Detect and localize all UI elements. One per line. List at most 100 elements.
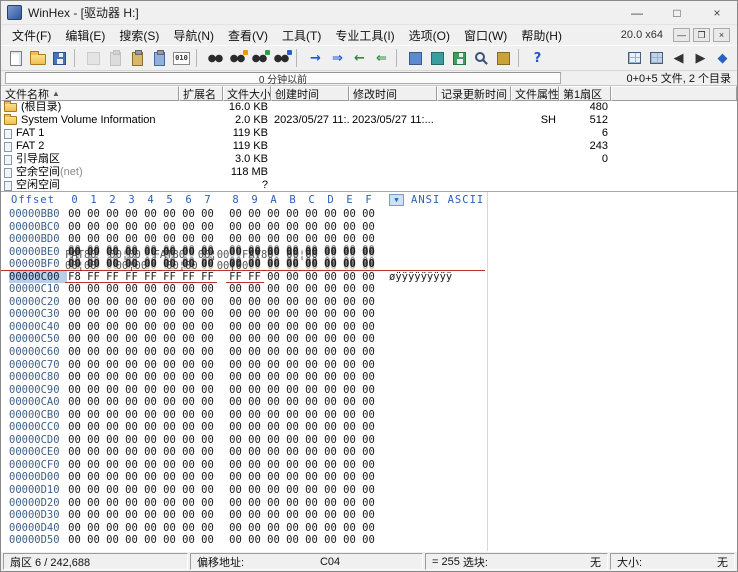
hex-byte[interactable]: 00 — [65, 446, 84, 458]
hex-byte[interactable]: 00 — [179, 434, 198, 446]
menu-item-9[interactable]: 帮助(H) — [514, 25, 569, 46]
hex-byte[interactable]: 00 — [65, 208, 84, 220]
hex-byte[interactable]: 00 — [84, 409, 103, 421]
menu-item-2[interactable]: 搜索(S) — [112, 25, 166, 46]
hex-byte[interactable]: 00 — [103, 346, 122, 358]
column-header-5[interactable]: 记录更新时间 — [437, 86, 511, 101]
hex-byte[interactable]: 00 — [141, 359, 160, 371]
hex-byte[interactable]: 00 — [226, 421, 245, 433]
hex-byte[interactable]: 00 — [340, 296, 359, 308]
hex-byte[interactable]: 00 — [160, 346, 179, 358]
hex-byte[interactable]: 00 — [283, 333, 302, 345]
hex-byte[interactable]: FF — [141, 271, 160, 283]
hex-byte[interactable]: 00 — [226, 534, 245, 546]
hex-byte[interactable]: 00 — [245, 421, 264, 433]
hex-byte[interactable]: 00 — [340, 308, 359, 320]
hex-byte[interactable]: 00 — [141, 346, 160, 358]
hex-byte[interactable]: 00 — [141, 459, 160, 471]
hex-byte[interactable]: 00 — [226, 497, 245, 509]
hex-byte[interactable]: 00 — [226, 446, 245, 458]
hex-byte[interactable]: 00 — [245, 346, 264, 358]
hex-byte[interactable]: 00 — [141, 333, 160, 345]
menu-item-7[interactable]: 选项(O) — [402, 25, 457, 46]
hex-byte[interactable]: 00 — [103, 522, 122, 534]
minimize-button[interactable]: — — [617, 1, 657, 24]
hex-byte[interactable]: 00 — [226, 333, 245, 345]
continue-search-icon[interactable] — [249, 48, 270, 69]
open-folder-icon[interactable] — [27, 48, 48, 69]
hex-row-00000C80[interactable]: 00000C80 00 00 00 00 00 00 00 00 00 00 00 00 00 00 00 00 — [1, 371, 485, 384]
hex-byte[interactable]: 00 — [160, 534, 179, 546]
hex-row-00000C20[interactable]: 00000C20 00 00 00 00 00 00 00 00 00 00 00 00 00 00 00 00 — [1, 296, 485, 309]
column-header-4[interactable]: 修改时间 — [349, 86, 437, 101]
hex-byte[interactable]: 00 — [122, 346, 141, 358]
hex-byte[interactable]: 00 — [321, 321, 340, 333]
hex-byte[interactable]: 00 — [65, 421, 84, 433]
hex-byte[interactable]: 00 — [283, 384, 302, 396]
hex-byte[interactable]: 00 — [226, 359, 245, 371]
hex-byte[interactable]: 00 — [160, 384, 179, 396]
hex-byte[interactable]: 00 — [141, 434, 160, 446]
hex-byte[interactable]: 00 — [179, 333, 198, 345]
hex-byte[interactable]: 00 — [122, 509, 141, 521]
hex-byte[interactable]: FF — [226, 271, 245, 283]
previous-window-icon[interactable]: ◀ — [668, 48, 689, 69]
hex-byte[interactable]: 00 — [179, 321, 198, 333]
view-magnifier-icon[interactable] — [471, 48, 492, 69]
hex-byte[interactable]: 00 — [283, 534, 302, 546]
hex-byte[interactable]: 00 — [198, 434, 217, 446]
hex-byte[interactable]: 00 — [245, 497, 264, 509]
hex-byte[interactable]: 00 — [65, 409, 84, 421]
hex-byte[interactable]: 00 — [283, 522, 302, 534]
hex-byte[interactable]: 00 — [198, 371, 217, 383]
hex-byte[interactable]: 00 — [264, 283, 283, 295]
hex-byte[interactable]: 00 — [84, 522, 103, 534]
hex-byte[interactable]: 00 — [283, 283, 302, 295]
hex-byte[interactable]: 00 — [359, 296, 378, 308]
hex-byte[interactable]: 00 — [302, 321, 321, 333]
hex-byte[interactable]: 00 — [122, 384, 141, 396]
hex-byte[interactable]: 00 — [283, 271, 302, 283]
hex-byte[interactable]: 00 — [65, 522, 84, 534]
menu-item-1[interactable]: 编辑(E) — [58, 25, 112, 46]
hex-byte[interactable]: 00 — [179, 484, 198, 496]
hex-byte[interactable]: 00 — [160, 409, 179, 421]
hex-byte[interactable]: 00 — [160, 333, 179, 345]
hex-byte[interactable]: 00 — [179, 208, 198, 220]
hex-byte[interactable]: 00 — [283, 446, 302, 458]
hex-byte[interactable]: 00 — [122, 484, 141, 496]
hex-byte[interactable]: 00 — [302, 434, 321, 446]
new-file-icon[interactable] — [5, 48, 26, 69]
hex-byte[interactable]: 00 — [245, 208, 264, 220]
hex-byte[interactable]: 00 — [264, 208, 283, 220]
column-header-6[interactable]: 文件属性 — [511, 86, 559, 101]
hex-byte[interactable]: 00 — [264, 421, 283, 433]
hex-byte[interactable]: 00 — [321, 396, 340, 408]
hex-ascii-text[interactable]: øÿÿÿÿÿÿÿÿÿ — [389, 271, 452, 284]
hex-row-00000CC0[interactable]: 00000CC0 00 00 00 00 00 00 00 00 00 00 00 00 00 00 00 00 — [1, 421, 485, 434]
hex-byte[interactable]: 00 — [340, 409, 359, 421]
hex-row-00000CA0[interactable]: 00000CA0 00 00 00 00 00 00 00 00 00 00 00 00 00 00 00 00 — [1, 396, 485, 409]
hex-byte[interactable]: 00 — [84, 534, 103, 546]
hex-byte[interactable]: 00 — [160, 208, 179, 220]
hex-byte[interactable]: 00 — [103, 233, 122, 245]
hex-byte[interactable]: 00 — [84, 346, 103, 358]
hex-byte[interactable]: 00 — [160, 446, 179, 458]
hex-row-00000C30[interactable]: 00000C30 00 00 00 00 00 00 00 00 00 00 00 00 00 00 00 00 — [1, 308, 485, 321]
hex-byte[interactable]: 00 — [226, 371, 245, 383]
menu-item-6[interactable]: 专业工具(I) — [328, 25, 401, 46]
hex-byte[interactable]: 00 — [84, 296, 103, 308]
hex-byte[interactable]: 00 — [141, 233, 160, 245]
hex-byte[interactable]: 00 — [359, 346, 378, 358]
hex-row-00000C70[interactable]: 00000C70 00 00 00 00 00 00 00 00 00 00 00 00 00 00 00 00 — [1, 359, 485, 372]
hex-byte[interactable]: 00 — [65, 233, 84, 245]
hex-byte[interactable]: 00 — [84, 497, 103, 509]
hex-byte[interactable]: 00 — [141, 446, 160, 458]
hex-byte[interactable]: 00 — [122, 296, 141, 308]
hex-byte[interactable]: 00 — [245, 484, 264, 496]
hex-byte[interactable]: 00 — [122, 359, 141, 371]
hex-byte[interactable]: 00 — [264, 308, 283, 320]
hex-byte[interactable]: 00 — [84, 459, 103, 471]
hex-byte[interactable]: 00 — [198, 409, 217, 421]
hex-byte[interactable]: 00 — [160, 371, 179, 383]
